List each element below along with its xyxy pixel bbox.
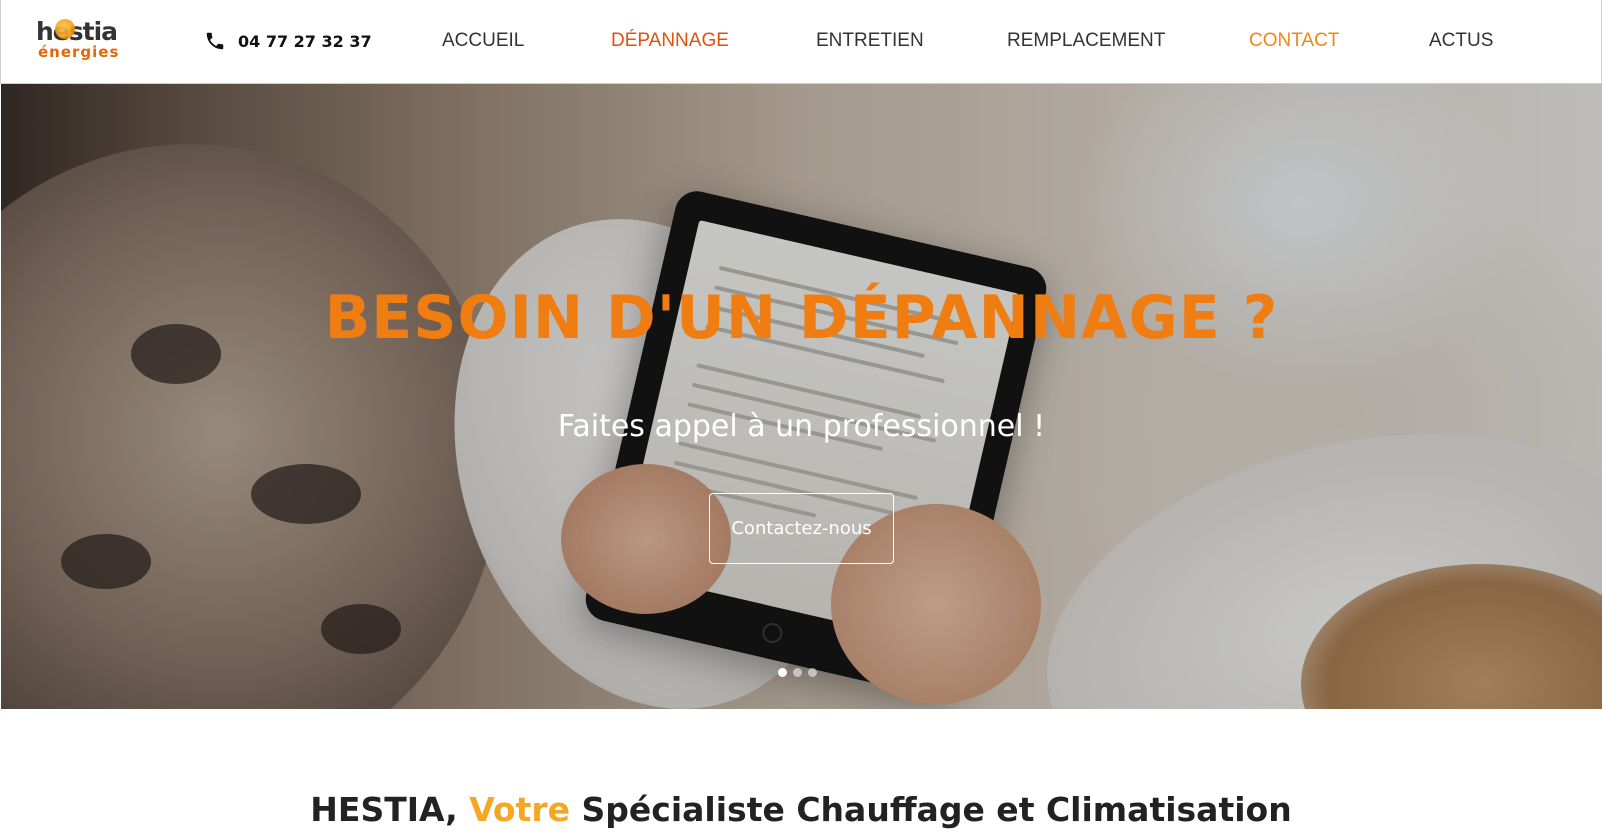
contact-us-button[interactable]: Contactez-nous	[709, 493, 894, 564]
hero-subtitle: Faites appel à un professionnel !	[557, 409, 1046, 444]
nav-contact[interactable]: CONTACT	[1249, 30, 1339, 52]
nav-actus[interactable]: ACTUS	[1429, 30, 1493, 52]
hero-carousel: BESOIN D'UN DÉPANNAGE ? Faites appel à u…	[1, 84, 1602, 709]
intro-heading: HESTIA, Votre Spécialiste Chauffage et C…	[0, 790, 1602, 830]
hero-title: BESOIN D'UN DÉPANNAGE ?	[324, 283, 1279, 353]
phone-icon	[206, 32, 224, 50]
nav-remplacement[interactable]: REMPLACEMENT	[1007, 30, 1165, 52]
carousel-dot-1[interactable]	[778, 668, 787, 677]
carousel-dot-2[interactable]	[793, 668, 802, 677]
logo-wordmark: hestia	[36, 17, 118, 46]
hero-overlay	[1, 84, 1602, 709]
nav-accueil[interactable]: ACCUEIL	[442, 30, 524, 52]
intro-heading-accent: Votre	[469, 790, 571, 829]
phone-number: 04 77 27 32 37	[238, 31, 372, 51]
phone-link[interactable]: 04 77 27 32 37	[204, 28, 372, 54]
carousel-dot-3[interactable]	[808, 668, 817, 677]
nav-depannage[interactable]: DÉPANNAGE	[611, 30, 729, 52]
carousel-indicators	[778, 668, 817, 677]
intro-heading-part1: HESTIA,	[310, 790, 470, 829]
sun-icon	[55, 19, 75, 39]
intro-heading-part2: Spécialiste Chauffage et Climatisation	[570, 790, 1292, 829]
site-header: hestia énergies 04 77 27 32 37 ACCUEIL D…	[0, 0, 1602, 84]
hestia-logo[interactable]: hestia énergies	[36, 18, 136, 64]
nav-entretien[interactable]: ENTRETIEN	[816, 30, 924, 52]
logo-tagline: énergies	[38, 43, 120, 61]
